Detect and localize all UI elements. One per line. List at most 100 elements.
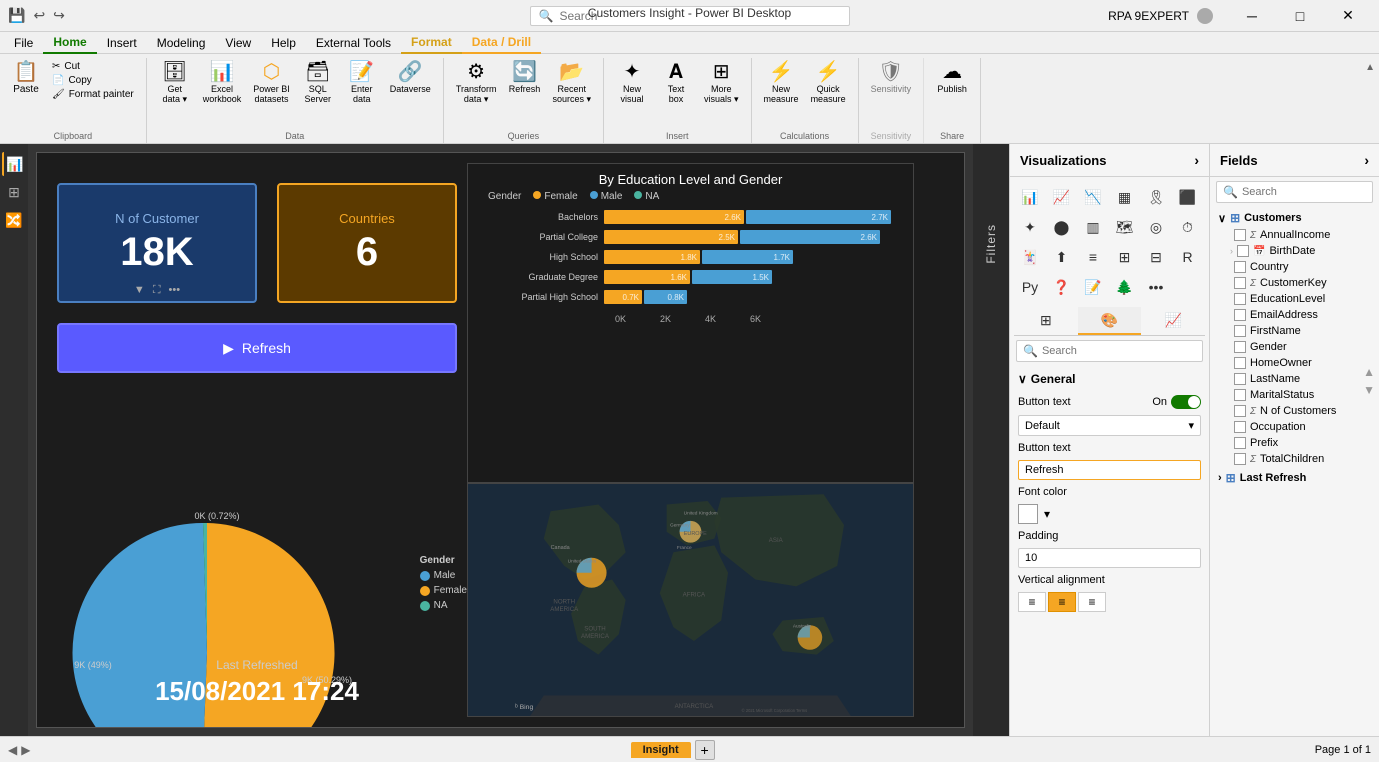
viz-icon-table[interactable]: ⊞ [1111, 243, 1139, 271]
birthdate-checkbox[interactable] [1237, 245, 1249, 257]
enter-data-button[interactable]: 📝 Enterdata [342, 60, 382, 106]
viz-icon-linechart[interactable]: 📈 [1048, 183, 1076, 211]
list-item[interactable]: › 📅 BirthDate [1214, 243, 1375, 259]
button-text-toggle[interactable]: On [1152, 395, 1201, 409]
text-box-button[interactable]: 𝐀 Textbox [656, 60, 696, 106]
list-item[interactable]: Σ N of Customers [1214, 403, 1375, 419]
field-group-customers-header[interactable]: ∨ ⊞ Customers [1214, 209, 1375, 227]
publish-button[interactable]: ☁ Publish [932, 60, 972, 96]
button-style-dropdown[interactable]: Default ▾ [1018, 415, 1201, 436]
viz-icon-stackedbar[interactable]: ▦ [1111, 183, 1139, 211]
add-tab-button[interactable]: + [695, 740, 715, 760]
menu-home[interactable]: Home [43, 32, 96, 54]
toggle-track[interactable] [1171, 395, 1201, 409]
list-item[interactable]: Σ AnnualIncome [1214, 227, 1375, 243]
viz-icon-qa[interactable]: ❓ [1048, 273, 1076, 301]
fields-panel-expand-icon[interactable]: › [1364, 152, 1369, 168]
list-item[interactable]: Gender [1214, 339, 1375, 355]
viz-icon-more[interactable]: ••• [1142, 273, 1170, 301]
paste-button[interactable]: 📋 Paste [8, 60, 44, 97]
occupation-checkbox[interactable] [1234, 421, 1246, 433]
save-icon[interactable]: 💾 [8, 7, 25, 24]
menu-insert[interactable]: Insert [97, 32, 147, 54]
color-dropdown-icon[interactable]: ▾ [1044, 507, 1050, 521]
birthdate-expand-icon[interactable]: › [1230, 246, 1233, 256]
redo-icon[interactable]: ↪ [53, 7, 65, 24]
nav-next-arrow[interactable]: ▶ [21, 743, 30, 757]
close-button[interactable]: ✕ [1325, 0, 1371, 32]
sidebar-report-icon[interactable]: 📊 [2, 152, 26, 176]
recent-sources-button[interactable]: 📂 Recentsources ▾ [548, 60, 595, 107]
nav-prev-arrow[interactable]: ◀ [8, 743, 17, 757]
viz-icon-smartnarr[interactable]: 📝 [1079, 273, 1107, 301]
viz-tab-build[interactable]: ⊞ [1014, 307, 1078, 335]
viz-icon-r[interactable]: R [1174, 243, 1202, 271]
total-children-checkbox[interactable] [1234, 453, 1246, 465]
fields-search-box[interactable]: 🔍 [1216, 181, 1373, 203]
list-item[interactable]: Occupation [1214, 419, 1375, 435]
viz-icon-treemap[interactable]: ▥ [1079, 213, 1107, 241]
title-search[interactable]: 🔍 [530, 6, 850, 26]
refresh-button[interactable]: 🔄 Refresh [504, 60, 544, 96]
viz-icon-map[interactable]: 🗺 [1111, 213, 1139, 241]
prefix-checkbox[interactable] [1234, 437, 1246, 449]
n-customers-checkbox[interactable] [1234, 405, 1246, 417]
viz-icon-scatter[interactable]: ✦ [1016, 213, 1044, 241]
maximize-button[interactable]: □ [1277, 0, 1323, 32]
scroll-up-icon[interactable]: ▲ [1363, 365, 1375, 379]
sidebar-data-icon[interactable]: ⊞ [2, 180, 26, 204]
get-data-button[interactable]: 🗄 Getdata ▾ [155, 60, 195, 107]
country-checkbox[interactable] [1234, 261, 1246, 273]
list-item[interactable]: MaritalStatus [1214, 387, 1375, 403]
gender-checkbox[interactable] [1234, 341, 1246, 353]
sql-button[interactable]: 🗃 SQLServer [298, 60, 338, 106]
customer-key-checkbox[interactable] [1234, 277, 1246, 289]
padding-input[interactable] [1018, 548, 1201, 568]
align-top-button[interactable]: ≡ [1018, 592, 1046, 612]
viz-icon-pie[interactable]: ⬤ [1048, 213, 1076, 241]
list-item[interactable]: Country [1214, 259, 1375, 275]
homeowner-checkbox[interactable] [1234, 357, 1246, 369]
color-box[interactable] [1018, 504, 1038, 524]
menu-help[interactable]: Help [261, 32, 306, 54]
minimize-button[interactable]: ─ [1229, 0, 1275, 32]
align-middle-button[interactable]: ≡ [1048, 592, 1076, 612]
menu-view[interactable]: View [215, 32, 261, 54]
expand-icon[interactable]: ⛶ [153, 284, 161, 297]
viz-icon-waterfall[interactable]: ⬛ [1174, 183, 1202, 211]
new-measure-button[interactable]: ⚡ Newmeasure [760, 60, 803, 106]
fields-search-input[interactable] [1242, 186, 1366, 198]
menu-file[interactable]: File [4, 32, 43, 54]
education-checkbox[interactable] [1234, 293, 1246, 305]
align-bottom-button[interactable]: ≡ [1078, 592, 1106, 612]
copy-button[interactable]: 📄 Copy [48, 74, 138, 87]
lastname-checkbox[interactable] [1234, 373, 1246, 385]
viz-search-box[interactable]: 🔍 [1016, 340, 1203, 362]
viz-icon-kpi[interactable]: ⬆ [1048, 243, 1076, 271]
sidebar-model-icon[interactable]: 🔀 [2, 208, 26, 232]
search-input[interactable] [559, 9, 840, 23]
power-bi-datasets-button[interactable]: ⬡ Power BIdatasets [249, 60, 294, 106]
viz-icon-areachart[interactable]: 📉 [1079, 183, 1107, 211]
viz-icon-slicer[interactable]: ≡ [1079, 243, 1107, 271]
menu-format[interactable]: Format [401, 32, 462, 54]
menu-external-tools[interactable]: External Tools [306, 32, 401, 54]
refresh-btn-card[interactable]: ▶ Refresh [57, 323, 457, 373]
email-checkbox[interactable] [1234, 309, 1246, 321]
viz-icon-card[interactable]: 🃏 [1016, 243, 1044, 271]
viz-icon-python[interactable]: Py [1016, 273, 1044, 301]
more-icon[interactable]: ••• [169, 284, 181, 297]
list-item[interactable]: Σ CustomerKey [1214, 275, 1375, 291]
annual-income-checkbox[interactable] [1234, 229, 1246, 241]
quick-measure-button[interactable]: ⚡ Quickmeasure [807, 60, 850, 106]
cut-button[interactable]: ✂ Cut [48, 60, 138, 73]
viz-search-input[interactable] [1042, 345, 1196, 357]
excel-button[interactable]: 📊 Excelworkbook [199, 60, 246, 106]
transform-button[interactable]: ⚙ Transformdata ▾ [452, 60, 501, 107]
font-color-picker[interactable]: ▾ [1018, 504, 1201, 524]
viz-icon-barchart[interactable]: 📊 [1016, 183, 1044, 211]
list-item[interactable]: Prefix [1214, 435, 1375, 451]
list-item[interactable]: EmailAddress [1214, 307, 1375, 323]
viz-icon-ribbon[interactable]: 🎗 [1142, 183, 1170, 211]
more-visuals-button[interactable]: ⊞ Morevisuals ▾ [700, 60, 743, 107]
